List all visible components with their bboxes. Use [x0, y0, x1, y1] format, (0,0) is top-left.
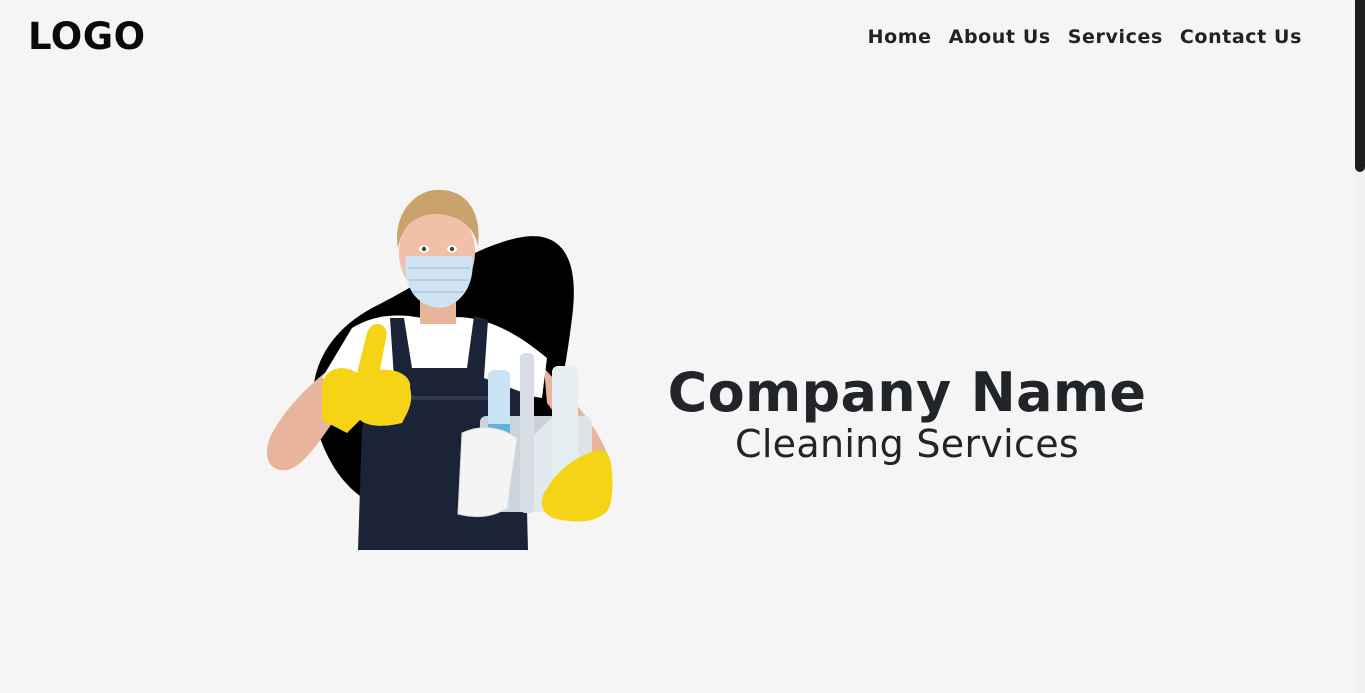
site-logo[interactable]: LOGO — [28, 14, 146, 60]
landing-page: LOGO Home About Us Services Contact Us C… — [0, 0, 1365, 693]
tagline: Cleaning Services — [734, 422, 1080, 466]
cleaning-cloth — [457, 427, 518, 517]
nav-link-services[interactable]: Services — [1068, 24, 1163, 50]
nav-link-contact-us[interactable]: Contact Us — [1180, 24, 1302, 50]
page-scrollbar-track[interactable] — [1355, 0, 1365, 693]
hero-cleaner-image — [267, 189, 613, 550]
main-nav: Home About Us Services Contact Us — [868, 24, 1302, 50]
nav-link-home[interactable]: Home — [868, 24, 932, 50]
page-scrollbar-thumb[interactable] — [1355, 0, 1365, 172]
spray-bottle-tall — [520, 353, 534, 513]
hero-text: Company Name Cleaning Services — [643, 360, 1171, 468]
apron-zipper — [402, 396, 492, 400]
nav-link-about-us[interactable]: About Us — [949, 24, 1051, 50]
company-name-heading: Company Name — [667, 361, 1147, 424]
